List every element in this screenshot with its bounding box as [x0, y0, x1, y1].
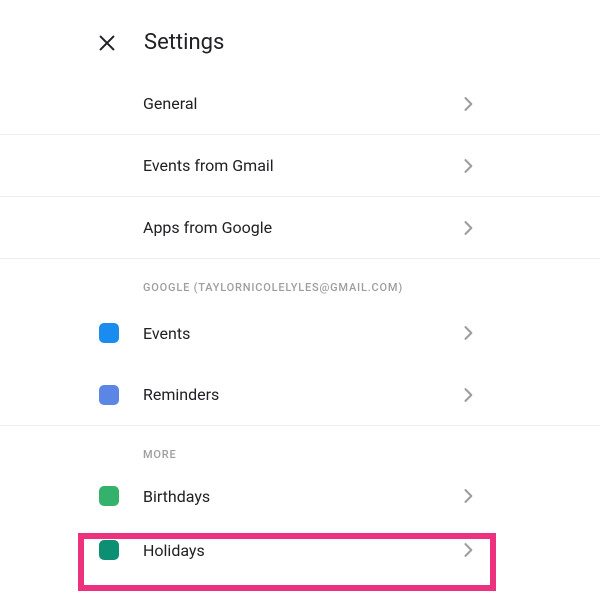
settings-row-reminders[interactable]: Reminders	[0, 364, 600, 426]
settings-screen: Settings General Events from Gmail Apps …	[0, 0, 600, 577]
chevron-right-icon	[458, 540, 478, 560]
chevron-right-icon	[458, 218, 478, 238]
section-header-more: MORE	[0, 426, 600, 469]
row-label: Events from Gmail	[143, 156, 458, 175]
settings-row-events[interactable]: Events	[0, 302, 600, 364]
chevron-right-icon	[458, 156, 478, 176]
chevron-right-icon	[458, 323, 478, 343]
row-label: Apps from Google	[143, 218, 458, 237]
row-label: Holidays	[143, 541, 458, 560]
row-label: General	[143, 94, 458, 113]
calendar-color-swatch	[99, 385, 119, 405]
calendar-color-swatch	[99, 486, 119, 506]
calendar-color-swatch	[99, 323, 119, 343]
row-label: Events	[143, 324, 458, 343]
settings-row-events-gmail[interactable]: Events from Gmail	[0, 135, 600, 197]
settings-row-general[interactable]: General	[0, 73, 600, 135]
chevron-right-icon	[458, 486, 478, 506]
calendar-color-swatch	[99, 540, 119, 560]
header: Settings	[0, 30, 600, 73]
close-icon[interactable]	[96, 32, 118, 54]
row-label: Birthdays	[143, 487, 458, 506]
row-label: Reminders	[143, 385, 458, 404]
settings-row-apps-google[interactable]: Apps from Google	[0, 197, 600, 259]
section-header-account: GOOGLE (TAYLORNICOLELYLES@GMAIL.COM)	[0, 259, 600, 302]
settings-row-holidays[interactable]: Holidays	[0, 523, 600, 577]
chevron-right-icon	[458, 94, 478, 114]
chevron-right-icon	[458, 385, 478, 405]
settings-row-birthdays[interactable]: Birthdays	[0, 469, 600, 523]
